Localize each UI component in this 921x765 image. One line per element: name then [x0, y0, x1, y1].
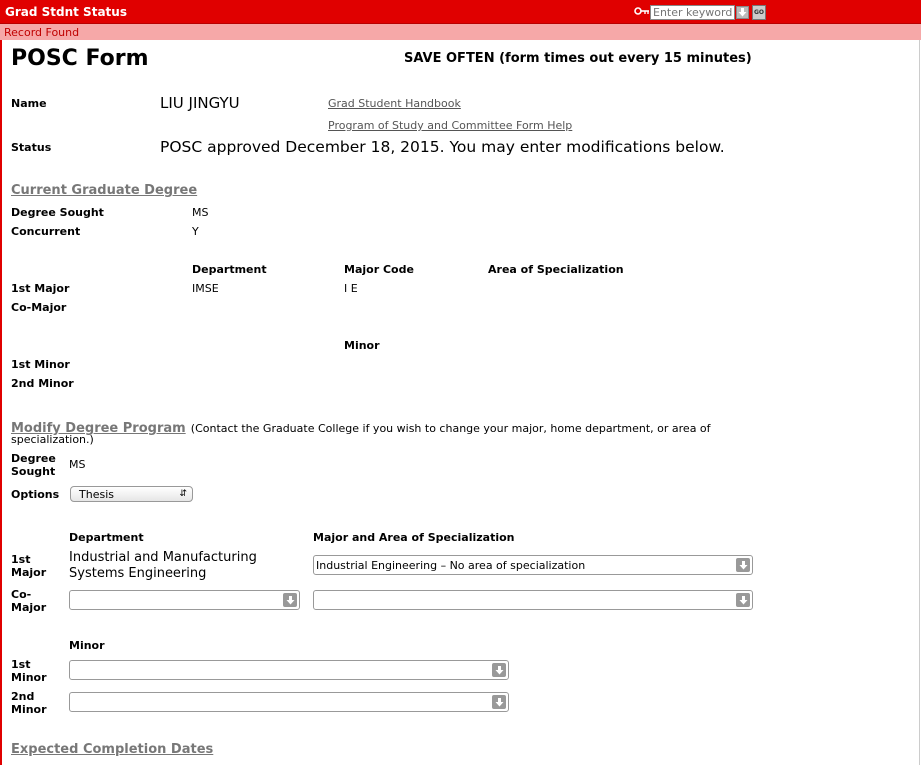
co-major-label-line1: Co- [11, 588, 32, 601]
dropdown-arrow-icon [492, 663, 506, 677]
co-major-area-select[interactable] [313, 590, 753, 610]
save-often-notice: SAVE OFTEN (form times out every 15 minu… [404, 51, 752, 66]
form-title: POSC Form [11, 46, 149, 71]
current-degree-heading: Current Graduate Degree [11, 183, 198, 198]
first-major-label-line1: 1st [11, 553, 31, 566]
status-label: Status [11, 141, 52, 154]
modify-degree-value: MS [69, 458, 86, 471]
arrow-down-icon [738, 8, 747, 17]
first-major-department-line1: Industrial and Manufacturing [69, 550, 257, 565]
first-major-department: IMSE [192, 282, 219, 295]
first-major-department-line2: Systems Engineering [69, 566, 207, 581]
modify-degree-heading-row: Modify Degree Program (Contact the Gradu… [11, 417, 711, 436]
minor-column-header: Minor [344, 339, 380, 352]
first-major-area-value: Industrial Engineering – No area of spec… [316, 559, 586, 572]
right-border [919, 40, 920, 765]
dropdown-arrow-icon [736, 558, 750, 572]
record-found-message: Record Found [4, 26, 80, 39]
second-minor-label-line2: Minor [11, 703, 47, 716]
first-major-code: I E [344, 282, 358, 295]
app-title: Grad Stdnt Status [5, 5, 127, 19]
second-minor-select[interactable] [69, 692, 509, 712]
dropdown-arrow-icon [736, 593, 750, 607]
first-major-area-select[interactable]: Industrial Engineering – No area of spec… [313, 555, 753, 575]
second-minor-label-line1: 2nd [11, 690, 35, 703]
grad-handbook-link[interactable]: Grad Student Handbook [328, 97, 461, 110]
first-major-department-text: Industrial and Manufacturing Systems Eng… [69, 550, 299, 582]
area-column-header: Area of Specialization [488, 263, 624, 276]
keyword-search-input[interactable] [650, 5, 735, 20]
dropdown-arrow-icon [283, 593, 297, 607]
co-major-label-line2: Major [11, 601, 47, 614]
co-major-department-select[interactable] [69, 590, 300, 610]
status-value: POSC approved December 18, 2015. You may… [160, 138, 725, 156]
options-select-value: Thesis [79, 488, 114, 501]
first-major-label-line2: Major [11, 566, 47, 579]
modify-major-area-header: Major and Area of Specialization [313, 531, 515, 544]
updown-chevron-icon: ⇵ [179, 489, 187, 499]
concurrent-value: Y [192, 225, 199, 238]
first-minor-label-line2: Minor [11, 671, 47, 684]
first-minor-select[interactable] [69, 660, 509, 680]
options-select[interactable]: Thesis ⇵ [70, 486, 193, 502]
posc-help-link[interactable]: Program of Study and Committee Form Help [328, 119, 572, 132]
top-bar: Grad Stdnt Status GO [0, 0, 921, 24]
first-minor-label-line1: 1st [11, 658, 31, 671]
key-icon [634, 7, 649, 15]
first-major-label: 1st Major [11, 282, 70, 295]
major-code-column-header: Major Code [344, 263, 414, 276]
dropdown-arrow-icon [492, 695, 506, 709]
left-border [0, 40, 2, 765]
message-bar: Record Found [0, 24, 921, 40]
modify-degree-note: (Contact the Graduate College if you wis… [190, 422, 711, 435]
co-major-label: Co-Major [11, 301, 67, 314]
degree-sought-value: MS [192, 206, 209, 219]
modify-minor-header: Minor [69, 639, 105, 652]
concurrent-label: Concurrent [11, 225, 81, 238]
keyword-dropdown-button[interactable] [736, 6, 749, 19]
modify-degree-note-cont: specialization.) [11, 433, 94, 446]
department-column-header: Department [192, 263, 267, 276]
second-minor-label: 2nd Minor [11, 377, 74, 390]
modify-department-header: Department [69, 531, 144, 544]
degree-sought-label-line1: Degree [11, 452, 56, 465]
completion-dates-heading: Expected Completion Dates [11, 742, 214, 757]
degree-sought-label-line2: Sought [11, 465, 56, 478]
first-minor-label: 1st Minor [11, 358, 70, 371]
name-label: Name [11, 97, 47, 110]
go-button[interactable]: GO [752, 5, 766, 20]
options-label: Options [11, 488, 60, 501]
degree-sought-label: Degree Sought [11, 206, 104, 219]
student-name: LIU JINGYU [160, 94, 240, 112]
